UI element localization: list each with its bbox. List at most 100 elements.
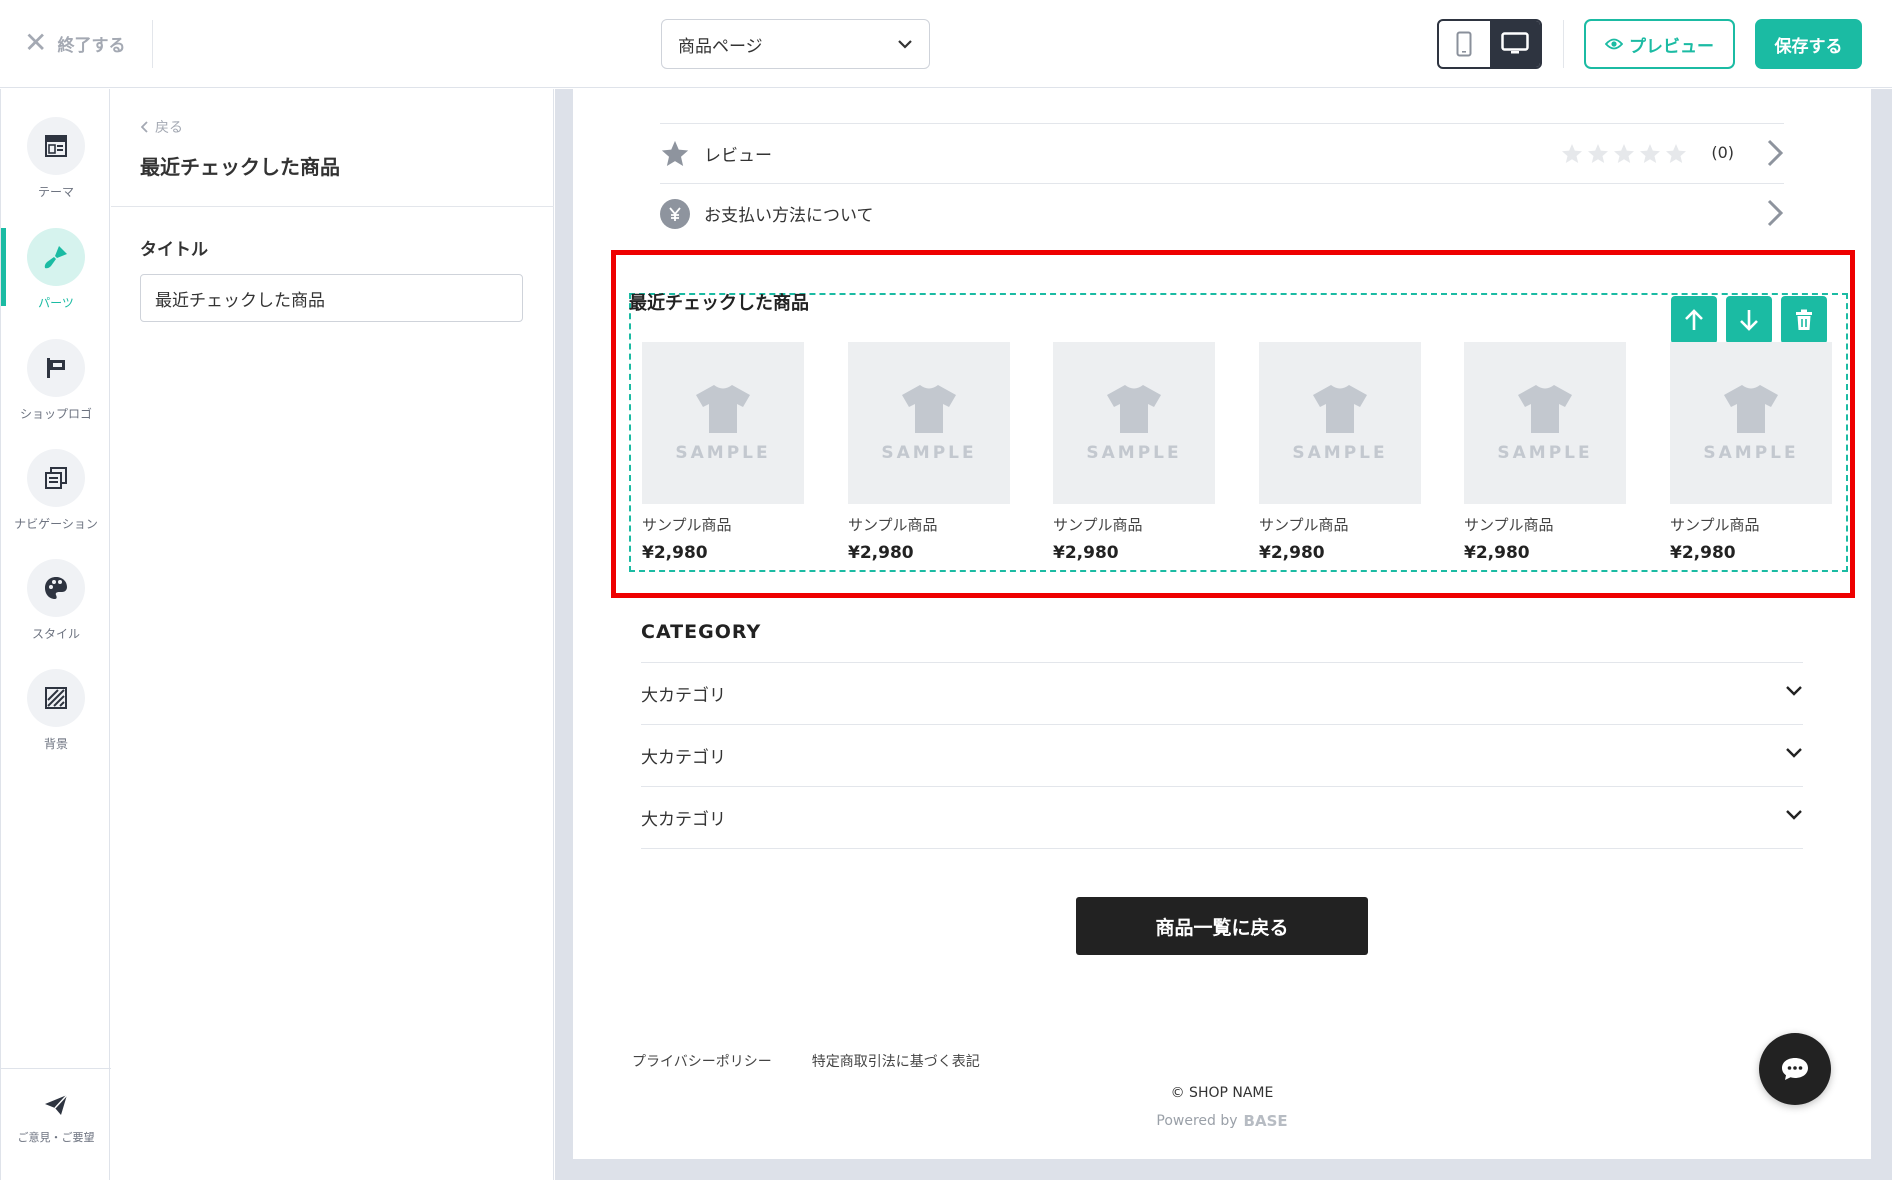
product-price: ¥2,980 [1464,543,1530,563]
category-label: 大カテゴリ [641,686,726,706]
product-card[interactable]: SAMPLE サンプル商品 ¥2,980 [848,342,1010,563]
preview-button[interactable]: プレビュー [1584,19,1735,69]
sidebar-item-label: ショップロゴ [19,407,92,421]
move-down-button[interactable] [1726,296,1772,344]
tshirt-icon [696,385,750,433]
desktop-icon [1501,32,1529,54]
brush-icon [27,228,85,286]
product-image: SAMPLE [1670,342,1832,504]
product-name: サンプル商品 [1053,516,1143,534]
chevron-down-icon [1786,810,1802,820]
star-icon [660,139,690,169]
divider [1563,20,1564,68]
smartphone-icon [1456,31,1472,57]
sidebar-item-label: ナビゲーション [14,517,98,531]
navigation-icon [27,449,85,507]
back-to-list-button[interactable]: 商品一覧に戻る [1076,897,1368,955]
tshirt-icon [1313,385,1367,433]
product-name: サンプル商品 [1464,516,1554,534]
review-label: レビュー [704,146,772,166]
base-logo: BASE [1243,1112,1288,1130]
theme-icon [27,117,85,175]
category-label: 大カテゴリ [641,810,726,830]
selected-section-outline[interactable] [629,293,1848,572]
title-field-label: タイトル [140,240,208,260]
chevron-down-icon [898,40,912,49]
exit-label: 終了する [57,35,126,56]
rating-stars [1560,142,1688,166]
save-button[interactable]: 保存する [1755,19,1862,69]
desktop-view-button[interactable] [1489,21,1540,67]
yen-icon [660,198,690,229]
eye-icon [1605,38,1623,50]
background-icon [27,669,85,727]
sidebar-item-shop-logo[interactable]: ショップロゴ [1,339,111,422]
preview-label: プレビュー [1629,36,1714,57]
tshirt-icon [1107,385,1161,433]
star-icon [1666,144,1686,163]
legal-notice-link[interactable]: 特定商取引法に基づく表記 [812,1051,980,1071]
section-title: 最近チェックした商品 [629,293,809,314]
payment-row[interactable]: お支払い方法について [660,183,1784,243]
tshirt-icon [1518,385,1572,433]
product-price: ¥2,980 [848,543,914,563]
feedback-label: ご意見・ご要望 [17,1131,95,1144]
product-price: ¥2,980 [1053,543,1119,563]
category-item[interactable]: 大カテゴリ [641,662,1803,724]
settings-panel: 戻る 最近チェックした商品 タイトル [111,89,554,1180]
delete-button[interactable] [1781,296,1827,344]
category-label: 大カテゴリ [641,748,726,768]
sample-label: SAMPLE [1703,443,1799,463]
exit-button[interactable]: ✕ 終了する [24,26,125,60]
copyright: © SHOP NAME [1170,1085,1274,1101]
sidebar-item-navigation[interactable]: ナビゲーション [1,449,111,532]
category-item[interactable]: 大カテゴリ [641,786,1803,848]
divider [111,206,554,207]
palette-icon [27,559,85,617]
product-name: サンプル商品 [1259,516,1349,534]
paper-plane-icon [45,1094,68,1115]
sidebar-item-parts[interactable]: パーツ [1,228,111,311]
panel-title: 最近チェックした商品 [140,155,340,179]
product-card[interactable]: SAMPLE サンプル商品 ¥2,980 [642,342,804,563]
category-item[interactable]: 大カテゴリ [641,724,1803,786]
sidebar-item-label: パーツ [38,296,74,310]
sidebar-item-style[interactable]: スタイル [1,559,111,642]
sidebar-rail: テーマ パーツ ショップロゴ ナビゲーション スタイル 背景 ご意見・ご要望 [0,89,111,1180]
review-row[interactable]: レビュー (0) [660,123,1784,183]
divider [152,20,153,68]
chat-button[interactable] [1759,1033,1831,1105]
sample-label: SAMPLE [1497,443,1593,463]
product-card[interactable]: SAMPLE サンプル商品 ¥2,980 [1670,342,1832,563]
feedback-button[interactable]: ご意見・ご要望 [1,1068,111,1180]
product-name: サンプル商品 [848,516,938,534]
sidebar-item-theme[interactable]: テーマ [1,117,111,200]
product-image: SAMPLE [848,342,1010,504]
title-field[interactable] [140,274,523,322]
product-card[interactable]: SAMPLE サンプル商品 ¥2,980 [1259,342,1421,563]
product-card[interactable]: SAMPLE サンプル商品 ¥2,980 [1053,342,1215,563]
back-label: 戻る [155,120,183,136]
sidebar-item-label: テーマ [37,185,74,199]
payment-label: お支払い方法について [704,206,874,226]
category-title: CATEGORY [641,621,762,643]
move-up-button[interactable] [1671,296,1717,344]
mobile-view-button[interactable] [1439,21,1490,67]
sidebar-item-background[interactable]: 背景 [1,669,111,752]
chevron-down-icon [1786,748,1802,758]
chevron-left-icon [141,121,148,133]
top-bar: ✕ 終了する 商品ページ プレビュー 保存する [0,0,1892,88]
product-image: SAMPLE [1464,342,1626,504]
powered-by-text: Powered by [1156,1113,1238,1129]
product-card[interactable]: SAMPLE サンプル商品 ¥2,980 [1464,342,1626,563]
product-name: サンプル商品 [642,516,732,534]
privacy-policy-link[interactable]: プライバシーポリシー [632,1051,772,1071]
back-link[interactable]: 戻る [141,117,183,137]
chevron-right-icon [1767,139,1784,167]
page-select[interactable]: 商品ページ [661,19,930,69]
product-price: ¥2,980 [1259,543,1325,563]
review-count: (0) [1711,143,1734,162]
arrow-up-icon [1685,309,1703,330]
arrow-down-icon [1740,310,1758,331]
product-image: SAMPLE [1259,342,1421,504]
